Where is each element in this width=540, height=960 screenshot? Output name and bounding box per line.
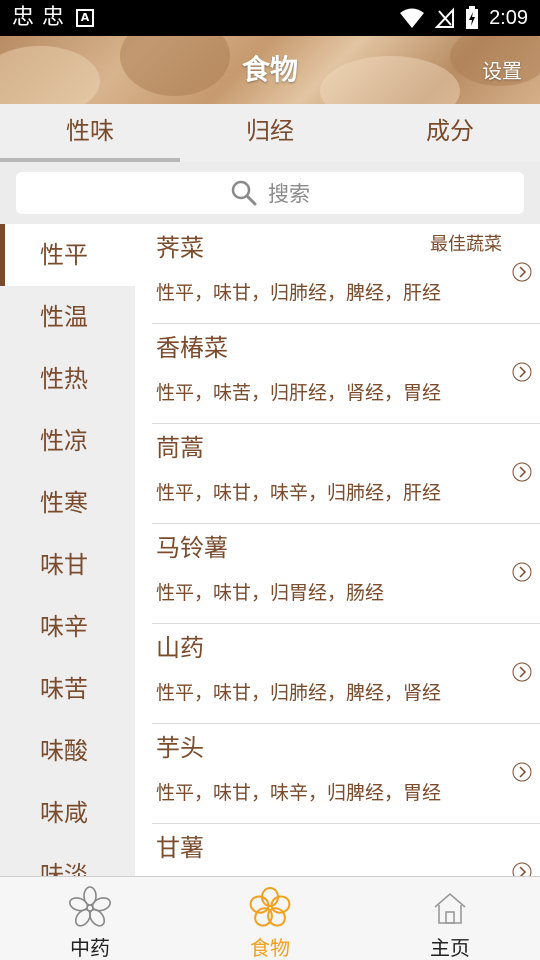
list-item[interactable]: 茼蒿 性平，味甘，味辛，归肺经，肝经	[152, 424, 540, 524]
chevron-right-icon	[512, 762, 532, 782]
food-description: 性平，味甘，味辛，归肺经，肝经	[156, 482, 442, 504]
chevron-right-icon	[512, 262, 532, 282]
flower-icon	[249, 887, 291, 927]
property-sidebar: 性平 性温 性热 性凉 性寒 味甘 味辛 味苦 味酸 味咸 味淡	[0, 224, 135, 876]
food-description: 性平，味苦，归肝经，肾经，胃经	[156, 382, 442, 404]
chevron-right-icon	[512, 462, 532, 482]
category-tabs: 性味 归经 成分	[0, 104, 540, 162]
sidebar-item-weidan[interactable]: 味淡	[0, 844, 135, 876]
sidebar-item-weigan[interactable]: 味甘	[0, 534, 135, 596]
list-item[interactable]: 芋头 性平，味甘，味辛，归脾经，胃经	[152, 724, 540, 824]
food-name: 茼蒿	[156, 434, 204, 462]
status-time: 2:09	[489, 7, 528, 29]
wifi-icon	[400, 8, 425, 28]
food-description: 性平，味甘，归肺经，脾经，肝经	[156, 282, 442, 304]
list-item[interactable]: 荠菜 最佳蔬菜 性平，味甘，归肺经，脾经，肝经	[152, 224, 540, 324]
status-glyph: 忠	[42, 5, 65, 30]
food-description: 性平，味甘，归胃经，肠经	[156, 582, 385, 604]
sidebar-item-weixin[interactable]: 味辛	[0, 596, 135, 658]
food-name: 荠菜	[156, 234, 204, 262]
food-list: 荠菜 最佳蔬菜 性平，味甘，归肺经，脾经，肝经 香椿菜 性平，味苦，归肝经，肾经…	[135, 224, 540, 876]
list-item[interactable]: 山药 性平，味甘，归肺经，脾经，肾经	[152, 624, 540, 724]
tab-guijing[interactable]: 归经	[180, 104, 360, 162]
food-description: 性平，味甘，归肺经，脾经，肾经	[156, 682, 442, 704]
list-item[interactable]: 甘薯	[152, 824, 540, 876]
status-glyph: 忠	[12, 5, 35, 30]
chevron-right-icon	[512, 562, 532, 582]
nav-item-shiwu[interactable]: 食物	[180, 877, 360, 960]
bottom-navigation: 中药 食物 主页	[0, 876, 540, 960]
food-name: 山药	[156, 634, 204, 662]
sidebar-item-xingliang[interactable]: 性凉	[0, 410, 135, 472]
nav-item-zhongyao[interactable]: 中药	[0, 877, 180, 960]
nav-label: 中药	[70, 936, 110, 960]
search-placeholder: 搜索	[268, 182, 310, 206]
tab-xingwei[interactable]: 性味	[0, 104, 180, 162]
search-icon	[231, 180, 257, 206]
sidebar-item-weiku[interactable]: 味苦	[0, 658, 135, 720]
settings-button[interactable]: 设置	[482, 58, 522, 84]
nav-label: 主页	[430, 936, 470, 960]
no-signal-icon	[435, 7, 455, 28]
food-name: 香椿菜	[156, 334, 228, 362]
page-title: 食物	[241, 53, 298, 86]
sidebar-item-xingre[interactable]: 性热	[0, 348, 135, 410]
list-item[interactable]: 香椿菜 性平，味苦，归肝经，肾经，胃经	[152, 324, 540, 424]
flower-outline-icon	[69, 886, 111, 927]
sidebar-item-xingping[interactable]: 性平	[0, 224, 135, 286]
chevron-right-icon	[512, 662, 532, 682]
nav-item-zhuye[interactable]: 主页	[360, 877, 540, 960]
chevron-right-icon	[512, 362, 532, 382]
status-bar: 忠 忠 A 2:09	[0, 0, 540, 36]
food-name: 甘薯	[156, 834, 204, 862]
sidebar-item-xinghan[interactable]: 性寒	[0, 472, 135, 534]
chevron-right-icon	[512, 862, 532, 876]
food-name: 马铃薯	[156, 534, 228, 562]
battery-charging-icon	[466, 6, 479, 29]
nav-label: 食物	[250, 936, 290, 960]
notification-badge-icon: A	[76, 9, 95, 27]
search-bar-container: 搜索	[0, 162, 540, 224]
tab-chengfen[interactable]: 成分	[360, 104, 540, 162]
home-icon	[434, 892, 466, 924]
food-tag: 最佳蔬菜	[430, 234, 502, 255]
food-name: 芋头	[156, 734, 204, 762]
list-item[interactable]: 马铃薯 性平，味甘，归胃经，肠经	[152, 524, 540, 624]
search-input[interactable]: 搜索	[16, 172, 524, 214]
sidebar-item-weixian[interactable]: 味咸	[0, 782, 135, 844]
app-header: 食物 设置	[0, 36, 540, 104]
sidebar-item-weisuan[interactable]: 味酸	[0, 720, 135, 782]
sidebar-item-xingwen[interactable]: 性温	[0, 286, 135, 348]
food-description: 性平，味甘，味辛，归脾经，胃经	[156, 782, 442, 804]
